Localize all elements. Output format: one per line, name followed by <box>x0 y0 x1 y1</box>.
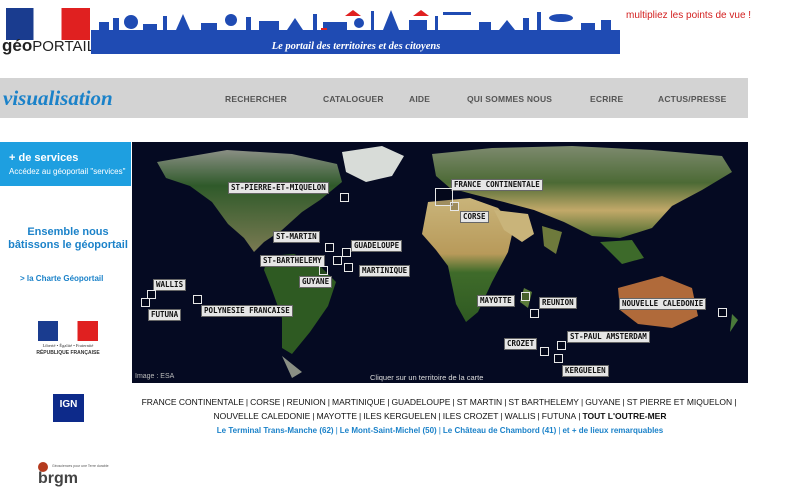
banner-band: Le portail des territoires et des citoye… <box>91 40 620 54</box>
box-martinique[interactable] <box>344 263 353 272</box>
label-st-paul[interactable]: ST-PAUL AMSTERDAM <box>567 331 650 343</box>
republique-francaise-logo[interactable] <box>38 321 98 341</box>
world-map-land <box>157 146 738 378</box>
map-credit: Image : ESA <box>135 373 175 380</box>
nav-qui-sommes-nous[interactable]: QUI SOMMES NOUS <box>467 94 552 104</box>
box-kerguelen[interactable] <box>554 354 563 363</box>
link-futuna[interactable]: FUTUNA <box>542 411 576 421</box>
label-reunion[interactable]: REUNION <box>539 297 577 309</box>
link-mayotte[interactable]: MAYOTTE <box>317 411 357 421</box>
link-martinique[interactable]: MARTINIQUE <box>332 397 385 407</box>
box-st-pierre[interactable] <box>340 193 349 202</box>
box-nouvelle-caledonie[interactable] <box>718 308 727 317</box>
map-hint: Cliquer sur un territoire de la carte <box>370 373 484 382</box>
link-mont-saint-michel[interactable]: Le Mont-Saint-Michel (50) <box>340 426 437 435</box>
label-crozet[interactable]: CROZET <box>504 338 538 350</box>
box-crozet[interactable] <box>540 347 549 356</box>
link-guadeloupe[interactable]: GUADELOUPE <box>391 397 450 407</box>
ensemble-heading: Ensemble nous bâtissons le géoportail <box>8 226 128 251</box>
header-banner: Le portail des territoires et des citoye… <box>91 8 620 54</box>
services-title: + de services <box>9 152 79 164</box>
box-st-barthelemy[interactable] <box>333 256 342 265</box>
box-guadeloupe[interactable] <box>342 248 351 257</box>
label-polynesie[interactable]: POLYNESIE FRANCAISE <box>201 305 293 317</box>
world-map[interactable]: ST-PIERRE-ET-MIQUELON FRANCE CONTINENTAL… <box>132 142 748 383</box>
link-tout-outre-mer[interactable]: TOUT L'OUTRE-MER <box>582 411 666 421</box>
territory-links-row-1: FRANCE CONTINENTALE | CORSE | REUNION | MARTIN… <box>141 397 737 407</box>
link-iles-crozet[interactable]: ILES CROZET <box>443 411 499 421</box>
nav-rechercher[interactable]: RECHERCHER <box>225 94 287 104</box>
brgm-subtitle: Géosciences pour une Terre durable <box>52 464 109 468</box>
link-nouvelle-caledonie[interactable]: NOUVELLE CALEDONIE <box>214 411 311 421</box>
label-nouvelle-caledonie[interactable]: NOUVELLE CALEDONIE <box>619 298 707 310</box>
label-futuna[interactable]: FUTUNA <box>148 309 182 321</box>
label-france[interactable]: FRANCE CONTINENTALE <box>451 179 543 191</box>
label-kerguelen[interactable]: KERGUELEN <box>562 365 609 377</box>
link-st-martin[interactable]: ST MARTIN <box>457 397 503 407</box>
rf-name: RÉPUBLIQUE FRANÇAISE <box>36 350 100 356</box>
link-st-barthelemy[interactable]: ST BARTHELEMY <box>508 397 579 407</box>
label-guadeloupe[interactable]: GUADELOUPE <box>351 240 403 252</box>
link-chateau-chambord[interactable]: Le Château de Chambord (41) <box>443 426 556 435</box>
box-polynesie[interactable] <box>193 295 202 304</box>
link-lieux-remarquables[interactable]: et + de lieux remarquables <box>562 426 663 435</box>
services-button[interactable]: + de services Accédez au géoportail "ser… <box>0 142 131 186</box>
logo-main: géo <box>2 36 33 55</box>
label-wallis[interactable]: WALLIS <box>153 279 187 291</box>
link-wallis[interactable]: WALLIS <box>505 411 536 421</box>
label-st-pierre[interactable]: ST-PIERRE-ET-MIQUELON <box>228 182 329 194</box>
section-title: visualisation <box>3 86 113 110</box>
services-subtitle: Accédez au géoportail "services" <box>9 167 126 176</box>
link-france-continentale[interactable]: FRANCE CONTINENTALE <box>142 397 244 407</box>
banner-slogan: Le portail des territoires et des citoye… <box>271 41 441 52</box>
link-corse[interactable]: CORSE <box>250 397 280 407</box>
navigation-bar: visualisation RECHERCHER CATALOGUER AIDE… <box>0 78 748 118</box>
link-terminal-trans-manche[interactable]: Le Terminal Trans-Manche (62) <box>217 426 334 435</box>
box-st-martin[interactable] <box>325 243 334 252</box>
nav-actus-presse[interactable]: ACTUS/PRESSE <box>658 94 727 104</box>
tagline: multipliez les points de vue ! <box>626 10 752 21</box>
link-iles-kerguelen[interactable]: ILES KERGUELEN <box>363 411 436 421</box>
link-reunion[interactable]: REUNION <box>287 397 326 407</box>
box-guyane[interactable] <box>319 266 328 275</box>
label-corse[interactable]: CORSE <box>460 211 489 223</box>
link-guyane[interactable]: GUYANE <box>585 397 620 407</box>
geoportail-logo[interactable]: géoPORTAIL <box>2 36 95 56</box>
ign-logo[interactable]: IGN <box>53 394 84 422</box>
box-futuna[interactable] <box>141 298 150 307</box>
brgm-logo[interactable]: brgm <box>38 470 78 488</box>
skyline-illustration <box>91 10 620 40</box>
remarkable-places-row: Le Terminal Trans-Manche (62) | Le Mont-Sa… <box>216 425 664 435</box>
label-st-martin[interactable]: ST-MARTIN <box>273 231 320 243</box>
label-mayotte[interactable]: MAYOTTE <box>477 295 515 307</box>
box-st-paul[interactable] <box>557 341 566 350</box>
charte-link[interactable]: > la Charte Géoportail <box>20 274 103 283</box>
nav-cataloguer[interactable]: CATALOGUER <box>323 94 384 104</box>
page: géoPORTAIL Le portail des territoires et… <box>0 0 800 498</box>
box-mayotte[interactable] <box>521 292 530 301</box>
territory-links-row-2: NOUVELLE CALEDONIE | MAYOTTE | ILES KERGUELE… <box>213 411 667 421</box>
box-corse[interactable] <box>450 202 459 211</box>
logo-rest: PORTAIL <box>32 38 96 55</box>
label-st-barthelemy[interactable]: ST-BARTHELEMY <box>260 255 325 267</box>
link-st-pierre-et-miquelon[interactable]: ST PIERRE ET MIQUELON <box>627 397 733 407</box>
rf-motto: Liberté • Égalité • Fraternité <box>42 343 94 348</box>
nav-ecrire[interactable]: ECRIRE <box>590 94 623 104</box>
label-guyane[interactable]: GUYANE <box>299 276 333 288</box>
box-reunion[interactable] <box>530 309 539 318</box>
label-martinique[interactable]: MARTINIQUE <box>359 265 411 277</box>
nav-aide[interactable]: AIDE <box>409 94 430 104</box>
